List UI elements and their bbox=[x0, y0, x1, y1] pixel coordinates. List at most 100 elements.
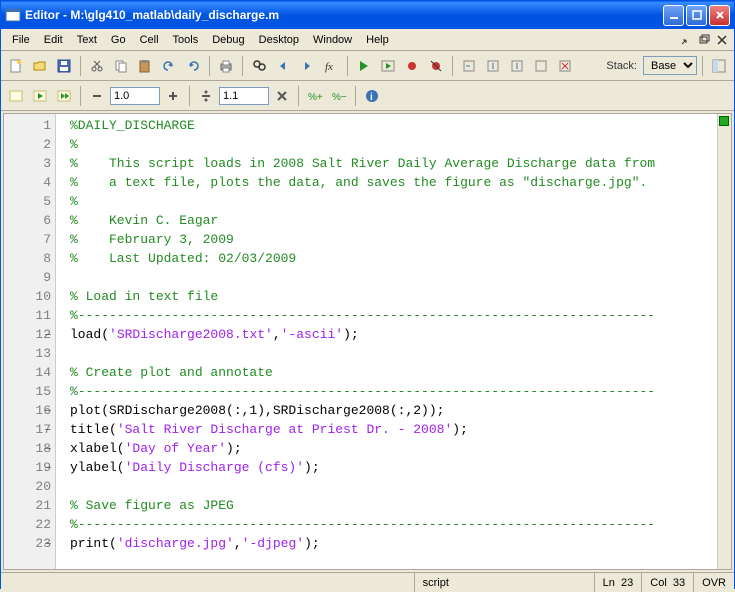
gutter-line[interactable]: 18– bbox=[4, 439, 55, 458]
code-line[interactable]: load('SRDischarge2008.txt','-ascii'); bbox=[70, 325, 717, 344]
code-line[interactable]: % February 3, 2009 bbox=[70, 230, 717, 249]
percent-plus-icon[interactable]: %+ bbox=[304, 85, 326, 107]
gutter-line[interactable]: 14 bbox=[4, 363, 55, 382]
code-health-strip[interactable] bbox=[717, 114, 731, 569]
find-icon[interactable] bbox=[248, 55, 270, 77]
code-line[interactable]: % This script loads in 2008 Salt River D… bbox=[70, 154, 717, 173]
gutter-line[interactable]: 12– bbox=[4, 325, 55, 344]
print-icon[interactable] bbox=[215, 55, 237, 77]
menu-go[interactable]: Go bbox=[104, 32, 133, 48]
zoom1-input[interactable] bbox=[110, 87, 160, 105]
code-line[interactable]: %DAILY_DISCHARGE bbox=[70, 116, 717, 135]
run-icon[interactable] bbox=[353, 55, 375, 77]
dock-icon[interactable] bbox=[678, 32, 694, 48]
gutter-line[interactable]: 16– bbox=[4, 401, 55, 420]
menu-text[interactable]: Text bbox=[70, 32, 104, 48]
percent-minus-icon[interactable]: %− bbox=[328, 85, 350, 107]
code-line[interactable]: % bbox=[70, 192, 717, 211]
code-line[interactable]: %---------------------------------------… bbox=[70, 382, 717, 401]
gutter-line[interactable]: 10 bbox=[4, 287, 55, 306]
continue-icon[interactable] bbox=[530, 55, 552, 77]
menu-help[interactable]: Help bbox=[359, 32, 396, 48]
function-icon[interactable]: fx bbox=[320, 55, 342, 77]
menu-tools[interactable]: Tools bbox=[166, 32, 206, 48]
breakpoint-icon[interactable] bbox=[401, 55, 423, 77]
gutter-line[interactable]: 1 bbox=[4, 116, 55, 135]
cut-icon[interactable] bbox=[86, 55, 108, 77]
code-line[interactable]: plot(SRDischarge2008(:,1),SRDischarge200… bbox=[70, 401, 717, 420]
exit-debug-icon[interactable] bbox=[554, 55, 576, 77]
code-line[interactable]: % bbox=[70, 135, 717, 154]
gutter-line[interactable]: 8 bbox=[4, 249, 55, 268]
gutter-line[interactable]: 15 bbox=[4, 382, 55, 401]
copy-icon[interactable] bbox=[110, 55, 132, 77]
dock-pane-icon[interactable] bbox=[708, 55, 730, 77]
gutter-line[interactable]: 13 bbox=[4, 344, 55, 363]
code-line[interactable]: xlabel('Day of Year'); bbox=[70, 439, 717, 458]
menu-window[interactable]: Window bbox=[306, 32, 359, 48]
code-line[interactable]: % Kevin C. Eagar bbox=[70, 211, 717, 230]
multiply-icon[interactable] bbox=[271, 85, 293, 107]
increment-icon[interactable] bbox=[162, 85, 184, 107]
gutter-line[interactable]: 4 bbox=[4, 173, 55, 192]
gutter-line[interactable]: 23– bbox=[4, 534, 55, 553]
gutter-line[interactable]: 5 bbox=[4, 192, 55, 211]
gutter-line[interactable]: 6 bbox=[4, 211, 55, 230]
divide-icon[interactable] bbox=[195, 85, 217, 107]
menu-desktop[interactable]: Desktop bbox=[252, 32, 306, 48]
gutter-line[interactable]: 2 bbox=[4, 135, 55, 154]
gutter-line[interactable]: 11 bbox=[4, 306, 55, 325]
code-line[interactable] bbox=[70, 477, 717, 496]
cell-run-icon[interactable] bbox=[29, 85, 51, 107]
paste-icon[interactable] bbox=[134, 55, 156, 77]
code-area[interactable]: %DAILY_DISCHARGE%% This script loads in … bbox=[56, 114, 717, 569]
cell-run-advance-icon[interactable] bbox=[53, 85, 75, 107]
back-icon[interactable] bbox=[272, 55, 294, 77]
code-line[interactable]: % Save figure as JPEG bbox=[70, 496, 717, 515]
code-line[interactable]: print('discharge.jpg','-djpeg'); bbox=[70, 534, 717, 553]
open-file-icon[interactable] bbox=[29, 55, 51, 77]
info-icon[interactable]: i bbox=[361, 85, 383, 107]
gutter-line[interactable]: 22 bbox=[4, 515, 55, 534]
forward-icon[interactable] bbox=[296, 55, 318, 77]
zoom2-input[interactable] bbox=[219, 87, 269, 105]
close-tab-icon[interactable] bbox=[714, 32, 730, 48]
gutter-line[interactable]: 9 bbox=[4, 268, 55, 287]
gutter-line[interactable]: 19– bbox=[4, 458, 55, 477]
menu-edit[interactable]: Edit bbox=[37, 32, 70, 48]
menu-debug[interactable]: Debug bbox=[205, 32, 251, 48]
decrement-icon[interactable] bbox=[86, 85, 108, 107]
code-line[interactable]: % Load in text file bbox=[70, 287, 717, 306]
gutter-line[interactable]: 17– bbox=[4, 420, 55, 439]
menu-cell[interactable]: Cell bbox=[133, 32, 166, 48]
gutter-line[interactable]: 21 bbox=[4, 496, 55, 515]
gutter-line[interactable]: 20 bbox=[4, 477, 55, 496]
code-line[interactable] bbox=[70, 268, 717, 287]
stack-select[interactable]: Base bbox=[643, 56, 697, 75]
minimize-button[interactable] bbox=[663, 5, 684, 26]
clear-breakpoint-icon[interactable] bbox=[425, 55, 447, 77]
step-out-icon[interactable] bbox=[506, 55, 528, 77]
step-icon[interactable] bbox=[458, 55, 480, 77]
redo-icon[interactable] bbox=[182, 55, 204, 77]
code-line[interactable]: title('Salt River Discharge at Priest Dr… bbox=[70, 420, 717, 439]
gutter[interactable]: 123456789101112–13141516–17–18–19–202122… bbox=[4, 114, 56, 569]
restore-icon[interactable] bbox=[696, 32, 712, 48]
code-line[interactable]: % Create plot and annotate bbox=[70, 363, 717, 382]
code-line[interactable]: %---------------------------------------… bbox=[70, 515, 717, 534]
save-icon[interactable] bbox=[53, 55, 75, 77]
menu-file[interactable]: File bbox=[5, 32, 37, 48]
titlebar[interactable]: Editor - M:\glg410_matlab\daily_discharg… bbox=[1, 1, 734, 29]
code-line[interactable]: % Last Updated: 02/03/2009 bbox=[70, 249, 717, 268]
step-in-icon[interactable] bbox=[482, 55, 504, 77]
run-section-icon[interactable] bbox=[377, 55, 399, 77]
code-line[interactable]: %---------------------------------------… bbox=[70, 306, 717, 325]
code-line[interactable] bbox=[70, 344, 717, 363]
close-button[interactable] bbox=[709, 5, 730, 26]
new-file-icon[interactable] bbox=[5, 55, 27, 77]
code-line[interactable]: % a text file, plots the data, and saves… bbox=[70, 173, 717, 192]
maximize-button[interactable] bbox=[686, 5, 707, 26]
gutter-line[interactable]: 3 bbox=[4, 154, 55, 173]
undo-icon[interactable] bbox=[158, 55, 180, 77]
code-line[interactable]: ylabel('Daily Discharge (cfs)'); bbox=[70, 458, 717, 477]
